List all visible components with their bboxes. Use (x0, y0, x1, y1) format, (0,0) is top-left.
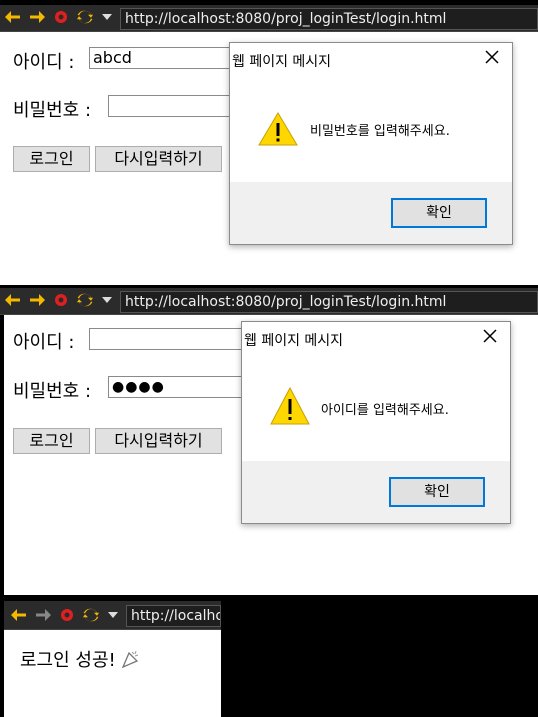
page-content: 로그인 성공! (4, 630, 221, 717)
forward-arrow-icon[interactable] (28, 8, 46, 26)
close-icon[interactable] (482, 328, 498, 344)
refresh-icon[interactable] (82, 606, 100, 624)
dialog-message: 비밀번호를 입력해주세요. (310, 124, 450, 139)
party-popper-icon (121, 649, 141, 674)
dialog-title: 웹 페이지 메시지 (244, 333, 344, 349)
id-input[interactable] (89, 328, 244, 350)
dropdown-icon[interactable] (98, 8, 116, 26)
forward-arrow-icon[interactable] (28, 291, 46, 309)
forward-arrow-icon[interactable] (34, 606, 52, 624)
refresh-icon[interactable] (76, 8, 94, 26)
browser-window-1: http://localhost:8080/proj_loginTest/log… (0, 5, 538, 285)
dropdown-icon[interactable] (98, 291, 116, 309)
page-content: 아이디 : 비밀번호 : ●●●● 로그인 다시입력하기 웹 페이지 메시지 아… (4, 315, 538, 595)
warning-icon (270, 386, 310, 430)
pw-input[interactable]: ●●●● (108, 376, 244, 398)
dialog-footer: 확인 (242, 461, 510, 523)
back-arrow-icon[interactable] (4, 8, 22, 26)
stop-icon[interactable] (52, 291, 70, 309)
dialog-title: 웹 페이지 메시지 (232, 54, 332, 70)
success-message: 로그인 성공! (20, 646, 141, 674)
login-button[interactable]: 로그인 (13, 428, 90, 454)
close-icon[interactable] (484, 49, 500, 65)
pw-input[interactable] (108, 95, 239, 117)
ok-button[interactable]: 확인 (391, 198, 487, 228)
browser-window-2: http://localhost:8080/proj_loginTest/log… (0, 288, 538, 595)
alert-dialog: 웹 페이지 메시지 비밀번호를 입력해주세요. 확인 (229, 42, 513, 245)
back-arrow-icon[interactable] (4, 291, 22, 309)
dialog-footer: 확인 (230, 182, 512, 244)
browser-window-3: http://localho 로그인 성공! (4, 601, 221, 717)
back-arrow-icon[interactable] (10, 606, 28, 624)
browser-toolbar: http://localhost:8080/proj_loginTest/log… (0, 5, 538, 32)
address-bar[interactable]: http://localhost:8080/proj_loginTest/log… (120, 291, 538, 313)
stop-icon[interactable] (52, 8, 70, 26)
stop-icon[interactable] (58, 606, 76, 624)
browser-toolbar: http://localho (4, 601, 221, 630)
address-bar[interactable]: http://localho (126, 605, 221, 627)
browser-toolbar: http://localhost:8080/proj_loginTest/log… (0, 288, 538, 315)
dialog-message: 아이디를 입력해주세요. (321, 403, 449, 418)
warning-icon (258, 111, 298, 151)
reset-button[interactable]: 다시입력하기 (95, 428, 222, 454)
pw-label: 비밀번호 : (13, 100, 92, 121)
id-label: 아이디 : (13, 332, 75, 353)
alert-dialog: 웹 페이지 메시지 아이디를 입력해주세요. 확인 (241, 321, 511, 524)
dropdown-icon[interactable] (104, 606, 122, 624)
address-bar[interactable]: http://localhost:8080/proj_loginTest/log… (120, 8, 538, 30)
reset-button[interactable]: 다시입력하기 (95, 146, 222, 172)
login-button[interactable]: 로그인 (13, 146, 90, 172)
refresh-icon[interactable] (76, 291, 94, 309)
id-input[interactable]: abcd (89, 47, 239, 69)
ok-button[interactable]: 확인 (389, 477, 485, 507)
success-text: 로그인 성공! (20, 650, 116, 671)
id-label: 아이디 : (13, 52, 75, 73)
page-content: 아이디 : abcd 비밀번호 : 로그인 다시입력하기 웹 페이지 메시지 비… (0, 32, 538, 285)
pw-label: 비밀번호 : (13, 381, 92, 402)
